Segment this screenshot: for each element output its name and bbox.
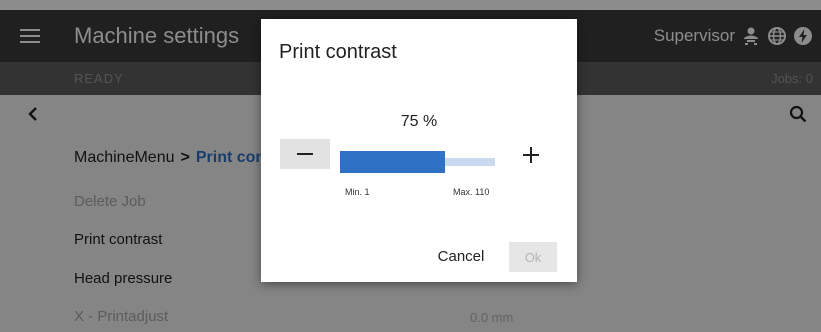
contrast-slider[interactable] [340,151,495,173]
minus-icon [297,153,313,155]
increase-button[interactable] [516,140,546,170]
slider-fill [340,151,446,173]
ok-button[interactable]: Ok [509,242,557,272]
dialog-title: Print contrast [279,41,397,63]
slider-max-label: Max. 110 [453,187,490,197]
decrease-button[interactable] [280,139,330,169]
print-contrast-dialog: Print contrast 75 % Min. 1 Max. 110 Canc… [261,19,577,282]
cancel-button[interactable]: Cancel [431,241,491,271]
contrast-value: 75 % [400,113,438,130]
slider-min-label: Min. 1 [345,187,370,197]
